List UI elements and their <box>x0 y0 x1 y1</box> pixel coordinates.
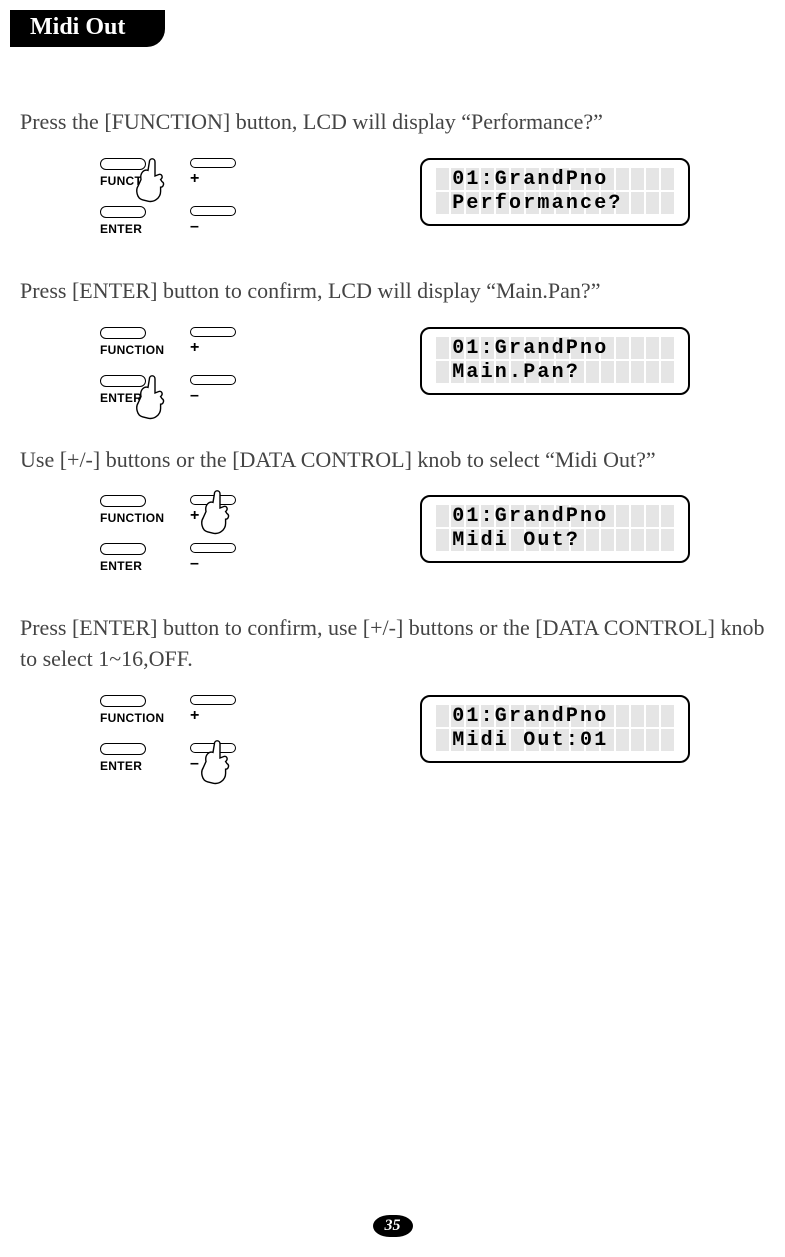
function-button[interactable] <box>100 495 146 507</box>
enter-label: ENTER <box>100 222 142 236</box>
pointing-finger-icon <box>185 480 255 550</box>
lcd-line2: Performance? <box>436 192 674 215</box>
lcd-display: 01:GrandPno Main.Pan? <box>420 327 690 395</box>
lcd-display: 01:GrandPno Midi Out:01 <box>420 695 690 763</box>
lcd-line1: 01:GrandPno <box>436 505 674 528</box>
step-4: Press [ENTER] button to confirm, use [+/… <box>20 613 765 773</box>
minus-button[interactable] <box>190 206 236 216</box>
plus-button[interactable] <box>190 327 236 337</box>
function-label: FUNCTION <box>100 343 164 357</box>
lcd-display: 01:GrandPno Performance? <box>420 158 690 226</box>
lcd-line1: 01:GrandPno <box>436 337 674 360</box>
plus-label: + <box>190 707 199 725</box>
pointing-finger-icon <box>185 730 255 800</box>
button-panel: FUNCTION + ENTER – <box>100 327 270 405</box>
step-3: Use [+/-] buttons or the [DATA CONTROL] … <box>20 445 765 574</box>
button-panel: FUNCTI + ENTER – <box>100 158 270 236</box>
plus-label: + <box>190 339 199 357</box>
minus-button[interactable] <box>190 375 236 385</box>
step-1: Press the [FUNCTION] button, LCD will di… <box>20 107 765 236</box>
instruction-text: Press [ENTER] button to confirm, LCD wil… <box>20 276 765 307</box>
lcd-line1: 01:GrandPno <box>436 168 674 191</box>
enter-label: ENTER <box>100 559 142 573</box>
instruction-text: Press the [FUNCTION] button, LCD will di… <box>20 107 765 138</box>
minus-label: – <box>190 555 199 573</box>
instruction-text: Use [+/-] buttons or the [DATA CONTROL] … <box>20 445 765 476</box>
function-button[interactable] <box>100 695 146 707</box>
lcd-line1: 01:GrandPno <box>436 705 674 728</box>
button-panel: FUNCTION + ENTER – <box>100 495 270 573</box>
enter-button[interactable] <box>100 743 146 755</box>
function-button[interactable] <box>100 327 146 339</box>
page-number: 35 <box>373 1215 413 1237</box>
instruction-text: Press [ENTER] button to confirm, use [+/… <box>20 613 765 675</box>
function-label: FUNCTION <box>100 711 164 725</box>
plus-label: + <box>190 170 199 188</box>
enter-label: ENTER <box>100 759 142 773</box>
minus-label: – <box>190 387 199 405</box>
lcd-line2: Midi Out:01 <box>436 729 674 752</box>
lcd-display: 01:GrandPno Midi Out? <box>420 495 690 563</box>
button-panel: FUNCTION + ENTER – <box>100 695 270 773</box>
pointing-finger-icon <box>120 365 190 435</box>
enter-button[interactable] <box>100 543 146 555</box>
plus-button[interactable] <box>190 695 236 705</box>
lcd-line2: Main.Pan? <box>436 361 674 384</box>
function-label: FUNCTION <box>100 511 164 525</box>
minus-label: – <box>190 218 199 236</box>
lcd-line2: Midi Out? <box>436 529 674 552</box>
section-header: Midi Out <box>10 10 165 47</box>
step-2: Press [ENTER] button to confirm, LCD wil… <box>20 276 765 405</box>
pointing-finger-icon <box>120 148 190 218</box>
plus-button[interactable] <box>190 158 236 168</box>
